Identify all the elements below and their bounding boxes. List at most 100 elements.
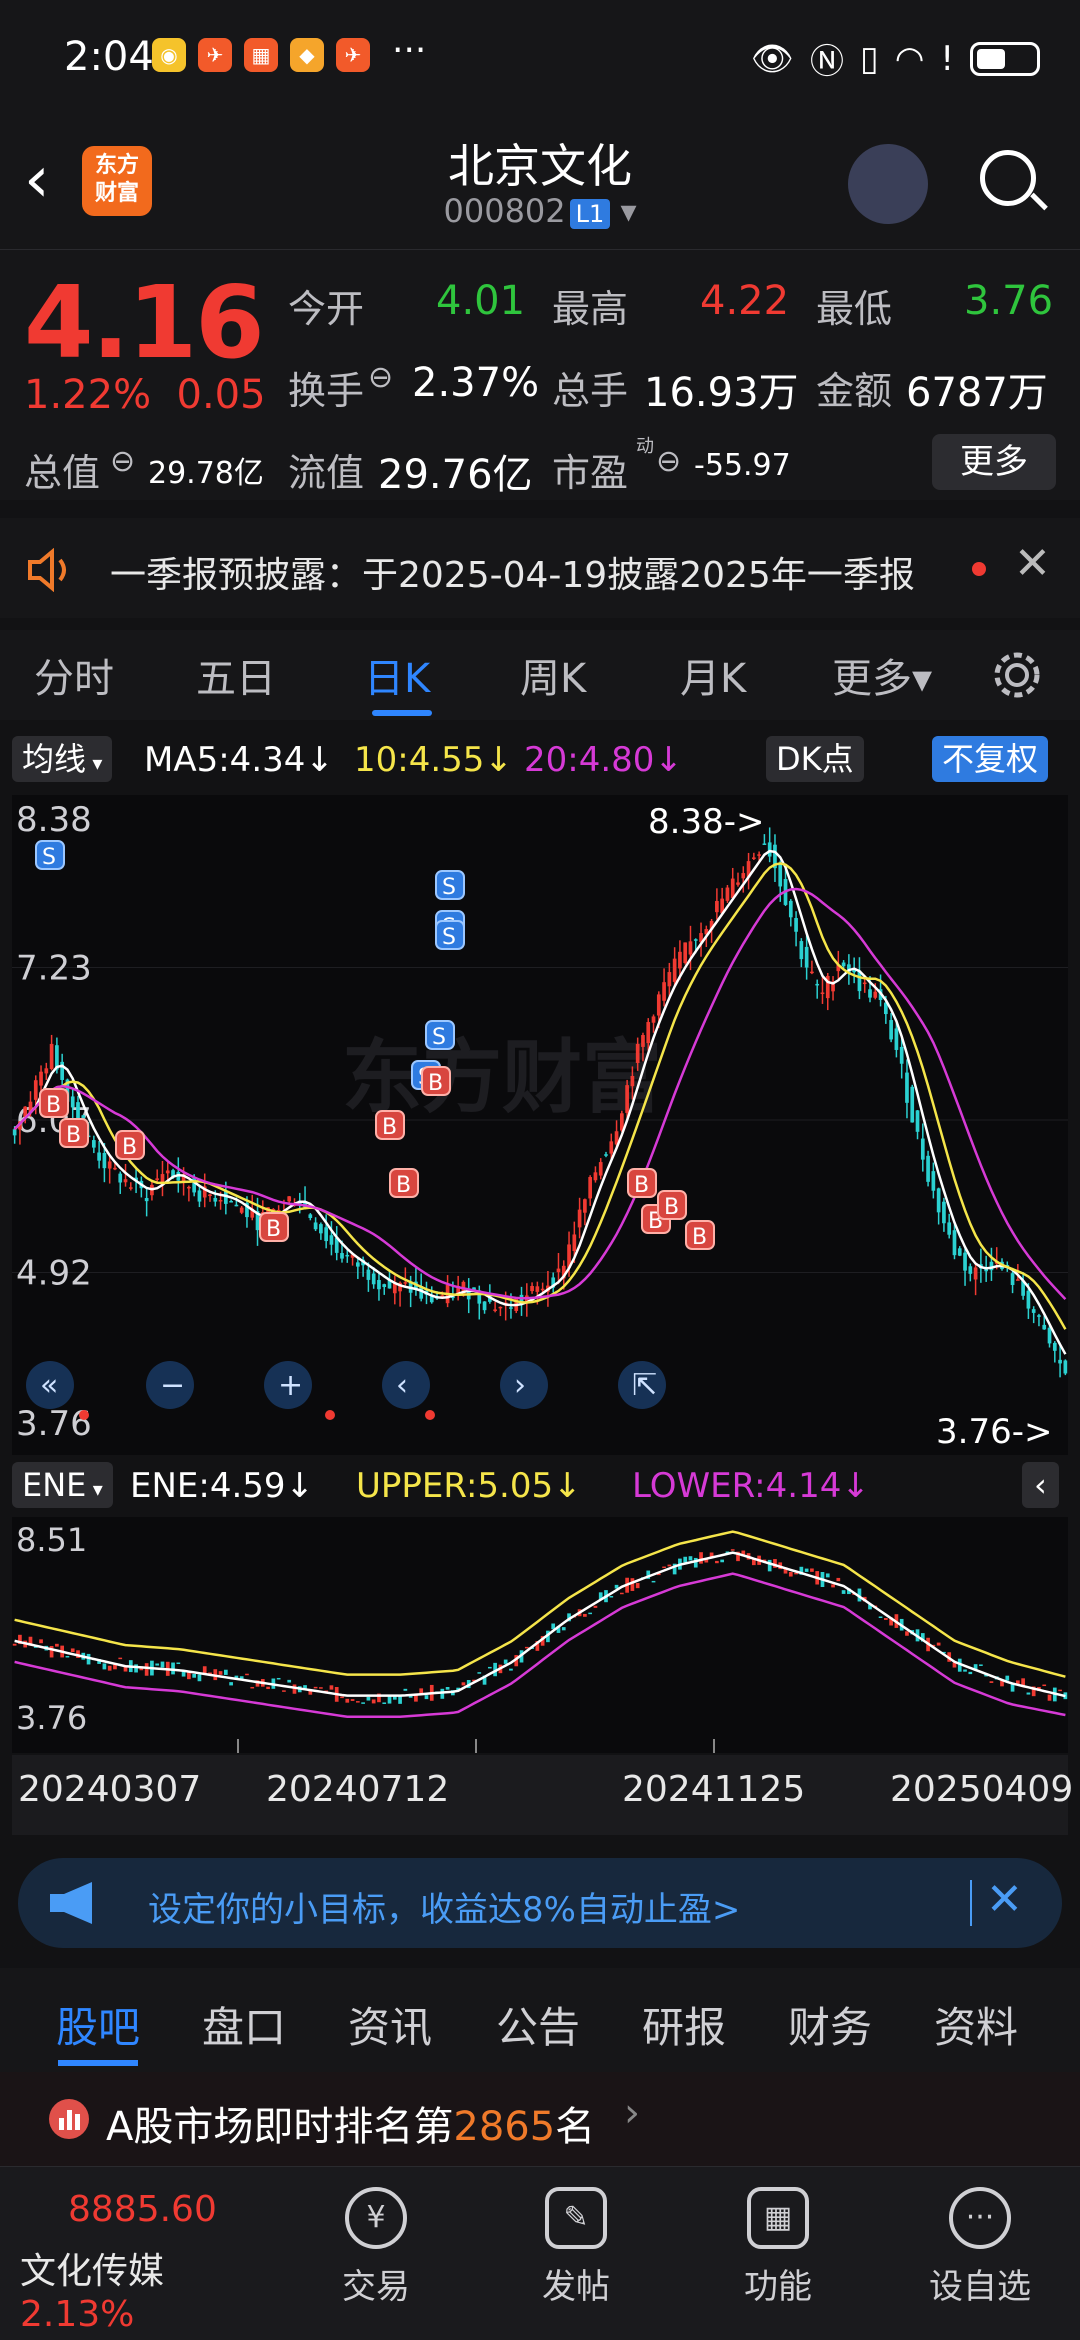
tab-monthly-k[interactable]: 月K xyxy=(680,646,746,704)
volume-label: 总手 xyxy=(552,369,629,413)
candle-body xyxy=(487,1666,492,1669)
take-profit-banner[interactable]: 设定你的小目标，收益达8%自动止盈> ✕ xyxy=(18,1858,1062,1948)
chevron-left-icon[interactable]: ‹ xyxy=(1022,1462,1059,1508)
candle-body xyxy=(804,946,809,968)
alert-dot xyxy=(425,1410,435,1420)
candle-body xyxy=(355,1701,360,1703)
ene-chart[interactable]: 8.51 3.76 xyxy=(12,1517,1068,1753)
kline-chart[interactable]: 8.38 7.23 6.07 4.92 3.76 东方财富 8.38-> 3.76-> S S S S… xyxy=(12,795,1068,1455)
notice-bar[interactable]: 一季报预披露：于2025-04-19披露2025年一季报 ✕ xyxy=(0,518,1080,618)
tab-finance[interactable]: 财务 xyxy=(788,1994,872,2055)
system-icons: 👁 Ⓝ ▯ ◠ ! xyxy=(751,34,1040,83)
close-icon[interactable]: ✕ xyxy=(986,1874,1023,1925)
candle-body xyxy=(282,1690,286,1692)
tab-intraday[interactable]: 分时 xyxy=(34,646,114,704)
search-icon[interactable] xyxy=(980,150,1036,206)
more-button[interactable]: 更多 xyxy=(932,434,1056,490)
wifi-icon: ◠ xyxy=(894,38,925,79)
candle-body xyxy=(619,1592,624,1595)
quote-panel: 4.16 1.22% 0.05 今开 4.01 最高 4.22 最低 3.76 … xyxy=(0,250,1080,500)
tab-five-day[interactable]: 五日 xyxy=(196,646,276,704)
indicator-selector[interactable]: ENE ▾ xyxy=(12,1462,113,1508)
candle-body xyxy=(656,994,661,1016)
candle-body xyxy=(118,1173,123,1183)
bottom-bar: 8885.60 文化传媒 2.13% ¥ 交易 ✎ 发帖 ▦ 功能 ··· 设自… xyxy=(0,2166,1080,2340)
candle-body xyxy=(715,1560,719,1564)
candle-body xyxy=(49,1043,54,1070)
tab-guba[interactable]: 股吧 xyxy=(56,1994,140,2055)
candle-body xyxy=(699,1552,703,1564)
info-icon[interactable]: ⊖ xyxy=(656,444,681,479)
tab-weekly-k[interactable]: 周K xyxy=(520,646,586,704)
gear-icon[interactable] xyxy=(990,648,1044,702)
candle-body xyxy=(963,1252,967,1271)
candle-body xyxy=(160,1661,165,1668)
candle-body xyxy=(524,1646,529,1649)
candle-body xyxy=(503,1659,508,1664)
candle-body xyxy=(107,1665,112,1671)
candle-body xyxy=(445,1686,450,1690)
ene-ene-line xyxy=(14,1551,1066,1698)
ene-upper-line xyxy=(14,1530,1066,1678)
candle-body xyxy=(113,1167,117,1170)
candle-body xyxy=(604,1154,608,1156)
candle-body xyxy=(625,1085,629,1113)
candle-body xyxy=(583,1613,587,1617)
candle-body xyxy=(192,1674,197,1678)
candle-body xyxy=(593,1605,598,1608)
info-icon[interactable]: ⊖ xyxy=(110,444,135,479)
tab-research[interactable]: 研报 xyxy=(642,1994,726,2055)
clock: 2:04 xyxy=(64,34,154,80)
candle-body xyxy=(477,1672,482,1674)
candle-body xyxy=(176,1662,181,1665)
candle-body xyxy=(841,962,846,967)
candle-body xyxy=(693,1557,698,1568)
candle-body xyxy=(498,1306,503,1309)
candle-body xyxy=(1042,1324,1047,1330)
robot-assistant-icon[interactable] xyxy=(848,144,928,224)
megaphone-icon xyxy=(50,1882,92,1924)
candle-body xyxy=(725,887,730,901)
sell-marker-label: S xyxy=(432,1025,446,1050)
dk-point-button[interactable]: DK点 xyxy=(766,736,864,782)
adjust-button[interactable]: 不复权 xyxy=(932,736,1049,782)
y-tick-label: 3.76 xyxy=(16,1699,87,1737)
zoom-in-icon-glyph: + xyxy=(278,1368,303,1403)
more-notifications-icon: ··· xyxy=(392,30,427,71)
info-icon[interactable]: ⊖ xyxy=(368,360,393,395)
tab-daily-k[interactable]: 日K xyxy=(364,646,430,704)
candle-body xyxy=(250,1686,255,1689)
trade-button[interactable]: ¥ 交易 xyxy=(296,2187,456,2308)
tab-profile[interactable]: 资料 xyxy=(934,1994,1018,2055)
ma-selector[interactable]: 均线 ▾ xyxy=(12,736,113,782)
low-label: 最低 xyxy=(816,287,893,331)
candle-body xyxy=(276,1677,281,1680)
tab-pankou[interactable]: 盘口 xyxy=(202,1994,286,2055)
tab-announcement[interactable]: 公告 xyxy=(496,1994,580,2055)
candle-body xyxy=(65,1655,70,1658)
functions-button[interactable]: ▦ 功能 xyxy=(698,2187,858,2308)
candle-body xyxy=(1047,1327,1052,1344)
candle-body xyxy=(894,1028,899,1050)
candle-body xyxy=(762,843,767,845)
sector-index[interactable]: 8885.60 文化传媒 2.13% xyxy=(20,2189,280,2335)
candle-body xyxy=(245,1673,249,1676)
candle-body xyxy=(371,1273,376,1285)
candle-body xyxy=(266,1686,270,1690)
candle-body xyxy=(810,1568,814,1572)
tab-news[interactable]: 资讯 xyxy=(348,1994,432,2055)
post-button[interactable]: ✎ 发帖 xyxy=(496,2187,656,2308)
candle-body xyxy=(957,1248,962,1256)
edit-icon: ✎ xyxy=(545,2187,607,2249)
candle-body xyxy=(651,1016,656,1023)
chevron-right-icon: › xyxy=(624,2090,640,2136)
candle-body xyxy=(144,1198,149,1202)
market-rank-row[interactable]: A股市场即时排名第2865名 › xyxy=(0,2072,1080,2166)
close-icon[interactable]: ✕ xyxy=(1014,538,1051,589)
candle-body xyxy=(630,1075,635,1087)
add-watchlist-button[interactable]: ··· 设自选 xyxy=(900,2187,1060,2308)
grid-icon: ▦ xyxy=(747,2187,809,2249)
tab-more[interactable]: 更多▾ xyxy=(832,646,932,704)
ene-svg: 8.51 3.76 xyxy=(12,1521,1068,1753)
mcap-label: 总值 xyxy=(24,451,101,495)
